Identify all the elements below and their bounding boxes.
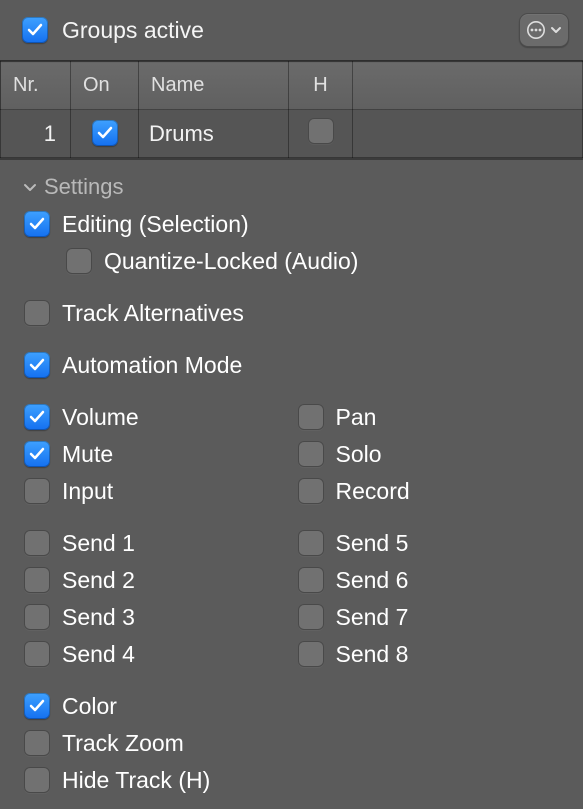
row-send4: Send 4	[24, 636, 288, 672]
row-send6: Send 6	[298, 562, 562, 598]
row-send1: Send 1	[24, 525, 288, 561]
row-quantize-locked: Quantize-Locked (Audio)	[66, 243, 561, 279]
row-send5: Send 5	[298, 525, 562, 561]
send1-checkbox[interactable]	[24, 530, 50, 556]
chevron-down-icon	[22, 179, 38, 195]
row-send7: Send 7	[298, 599, 562, 635]
record-checkbox[interactable]	[298, 478, 324, 504]
cell-rest	[353, 110, 583, 158]
panel-options-menu-button[interactable]	[519, 13, 569, 47]
automation-mode-checkbox[interactable]	[24, 352, 50, 378]
col-header-rest	[353, 62, 583, 110]
send8-label: Send 8	[336, 641, 409, 668]
row-hide-track: Hide Track (H)	[24, 762, 561, 798]
editing-checkbox[interactable]	[24, 211, 50, 237]
row-track-zoom: Track Zoom	[24, 725, 561, 761]
input-checkbox[interactable]	[24, 478, 50, 504]
row-send2: Send 2	[24, 562, 288, 598]
track-alternatives-checkbox[interactable]	[24, 300, 50, 326]
col-header-name[interactable]: Name	[139, 62, 289, 110]
automation-mode-label: Automation Mode	[62, 352, 242, 379]
pan-label: Pan	[336, 404, 377, 431]
row-volume: Volume	[24, 399, 288, 435]
row-send8: Send 8	[298, 636, 562, 672]
chevron-down-icon	[550, 24, 562, 36]
panel-header: Groups active	[0, 0, 583, 60]
send1-label: Send 1	[62, 530, 135, 557]
table-row[interactable]: 1 Drums	[1, 110, 583, 158]
settings-heading-label: Settings	[44, 174, 124, 200]
vol-pan-block: Volume Mute Input Pan Solo Record	[22, 398, 561, 510]
volume-label: Volume	[62, 404, 139, 431]
row-editing: Editing (Selection)	[24, 206, 561, 242]
table-header-row: Nr. On Name H	[1, 62, 583, 110]
track-zoom-label: Track Zoom	[62, 730, 184, 757]
settings-section: Settings Editing (Selection) Quantize-Lo…	[0, 160, 583, 809]
send3-checkbox[interactable]	[24, 604, 50, 630]
send5-checkbox[interactable]	[298, 530, 324, 556]
record-label: Record	[336, 478, 410, 505]
send2-label: Send 2	[62, 567, 135, 594]
cell-nr: 1	[1, 110, 71, 158]
mute-label: Mute	[62, 441, 113, 468]
col-header-on[interactable]: On	[71, 62, 139, 110]
send4-label: Send 4	[62, 641, 135, 668]
pan-checkbox[interactable]	[298, 404, 324, 430]
row-solo: Solo	[298, 436, 562, 472]
settings-header[interactable]: Settings	[22, 174, 561, 200]
group-inspector-panel: Groups active Nr. On Name H	[0, 0, 583, 809]
track-zoom-checkbox[interactable]	[24, 730, 50, 756]
col-header-nr[interactable]: Nr.	[1, 62, 71, 110]
send6-label: Send 6	[336, 567, 409, 594]
cell-h	[289, 110, 353, 158]
col-header-h[interactable]: H	[289, 62, 353, 110]
solo-checkbox[interactable]	[298, 441, 324, 467]
color-label: Color	[62, 693, 117, 720]
row-mute: Mute	[24, 436, 288, 472]
row-send3: Send 3	[24, 599, 288, 635]
row-track-alternatives: Track Alternatives	[24, 295, 561, 331]
row-on-checkbox[interactable]	[92, 120, 118, 146]
volume-checkbox[interactable]	[24, 404, 50, 430]
track-alternatives-label: Track Alternatives	[62, 300, 244, 327]
more-icon	[526, 20, 546, 40]
quantize-locked-checkbox[interactable]	[66, 248, 92, 274]
row-record: Record	[298, 473, 562, 509]
send8-checkbox[interactable]	[298, 641, 324, 667]
row-h-checkbox[interactable]	[308, 118, 334, 144]
color-checkbox[interactable]	[24, 693, 50, 719]
send2-checkbox[interactable]	[24, 567, 50, 593]
row-automation-mode: Automation Mode	[24, 347, 561, 383]
quantize-locked-label: Quantize-Locked (Audio)	[104, 248, 358, 275]
send3-label: Send 3	[62, 604, 135, 631]
sends-block: Send 1 Send 2 Send 3 Send 4 Send 5 Send 6 Sen…	[22, 524, 561, 673]
groups-table: Nr. On Name H 1 Drums	[0, 60, 583, 160]
editing-label: Editing (Selection)	[62, 211, 249, 238]
input-label: Input	[62, 478, 113, 505]
hide-track-label: Hide Track (H)	[62, 767, 210, 794]
send6-checkbox[interactable]	[298, 567, 324, 593]
mute-checkbox[interactable]	[24, 441, 50, 467]
send7-checkbox[interactable]	[298, 604, 324, 630]
cell-on	[71, 110, 139, 158]
row-pan: Pan	[298, 399, 562, 435]
hide-track-checkbox[interactable]	[24, 767, 50, 793]
groups-active-checkbox[interactable]	[22, 17, 48, 43]
send4-checkbox[interactable]	[24, 641, 50, 667]
send5-label: Send 5	[336, 530, 409, 557]
row-input: Input	[24, 473, 288, 509]
send7-label: Send 7	[336, 604, 409, 631]
groups-active-label: Groups active	[62, 17, 519, 44]
cell-name[interactable]: Drums	[139, 110, 289, 158]
row-color: Color	[24, 688, 561, 724]
solo-label: Solo	[336, 441, 382, 468]
